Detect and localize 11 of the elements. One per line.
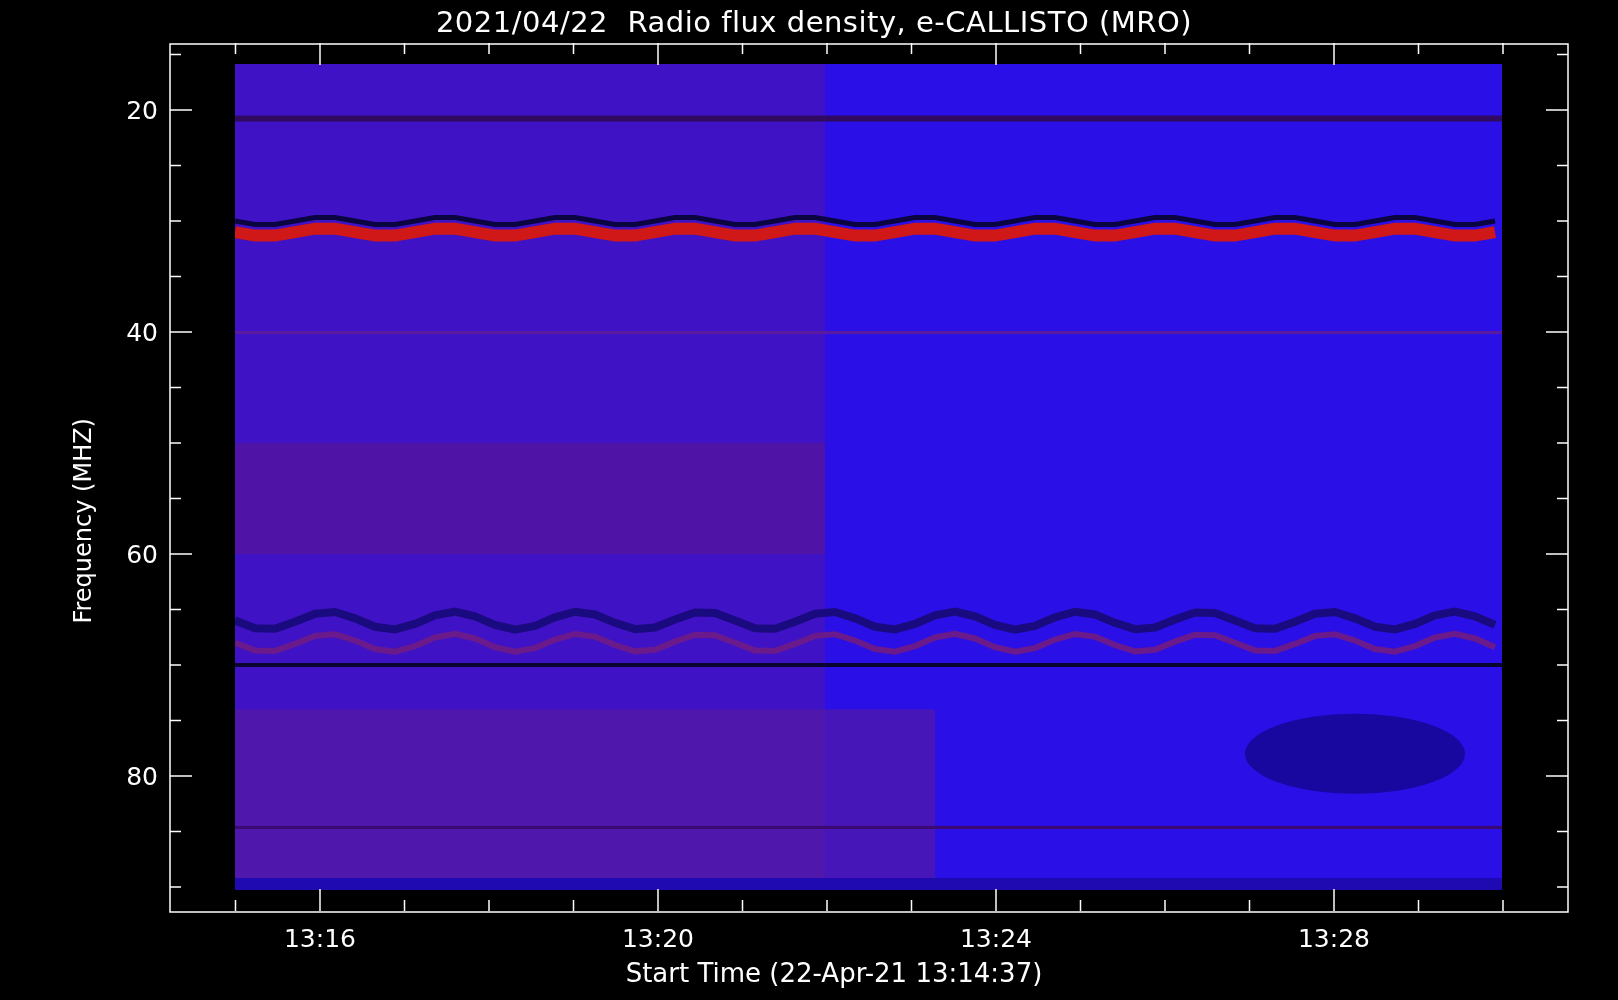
x-tick-label: 13:20	[622, 924, 694, 953]
y-tick-label: 40	[126, 318, 158, 347]
x-tick-label: 13:28	[1298, 924, 1370, 953]
x-tick-label: 13:24	[960, 924, 1032, 953]
x-tick-label: 13:16	[284, 924, 356, 953]
chart-title: 2021/04/22 Radio flux density, e-CALLISTO (MRO)	[434, 4, 1193, 39]
y-tick-label: 80	[126, 762, 158, 791]
x-axis-label: Start Time (22-Apr-21 13:14:37)	[625, 958, 1043, 988]
y-tick-label: 20	[126, 96, 158, 125]
y-axis-label: Frequency (MHZ)	[68, 417, 98, 624]
y-tick-label: 60	[126, 540, 158, 569]
